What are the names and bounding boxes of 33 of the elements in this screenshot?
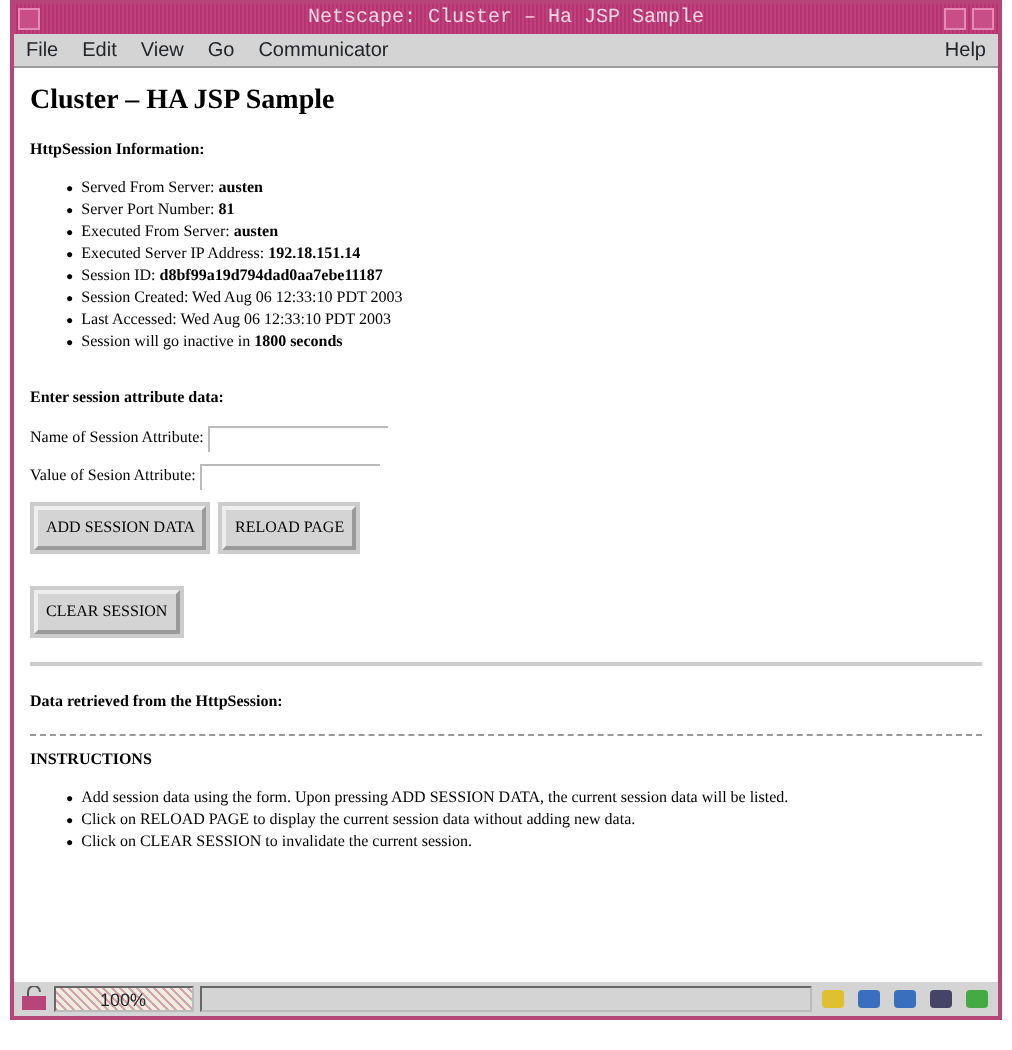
page-heading: Cluster – HA JSP Sample — [30, 86, 337, 120]
form-button[interactable]: RELOAD PAGE — [222, 505, 357, 550]
maximize-icon[interactable] — [972, 8, 994, 30]
progress-text: 100% — [98, 990, 147, 1010]
info-item: Executed Server IP Address: 192.18.151.14 — [81, 243, 361, 264]
info-item: Executed From Server: austen — [81, 221, 279, 242]
menu-item[interactable]: Edit — [82, 35, 117, 65]
menu-item[interactable]: Help — [944, 35, 986, 65]
section-heading: INSTRUCTIONS — [30, 747, 154, 772]
clear-session-button[interactable]: CLEAR SESSION — [34, 589, 180, 634]
instruction-item: Add session data using the form. Upon pressing ADD SESSION DATA, the current session data will be listed. — [81, 787, 789, 808]
field-label: Name of Session Attribute: — [30, 426, 204, 451]
window-menu-icon[interactable] — [18, 8, 40, 30]
instruction-item: Click on RELOAD PAGE to display the current session data without adding new data. — [81, 809, 636, 830]
field-label: Value of Sesion Attribute: — [30, 464, 196, 489]
info-item: Served From Server: austen — [81, 177, 264, 198]
menu-item[interactable]: Communicator — [258, 35, 389, 65]
info-item: Session ID: d8bf99a19d794dad0aa7ebe11187 — [81, 265, 383, 286]
section-heading: Enter session attribute data: — [30, 385, 226, 410]
menu-item[interactable]: View — [140, 35, 184, 65]
info-item: Session Created: Wed Aug 06 12:33:10 PDT 2003 — [81, 287, 403, 308]
minimize-icon[interactable] — [944, 8, 966, 30]
section-heading: HttpSession Information: — [30, 137, 207, 162]
info-item: Session will go inactive in 1800 seconds — [81, 331, 343, 352]
menu-item[interactable]: Go — [207, 35, 235, 65]
security-lock-icon[interactable] — [20, 986, 48, 1012]
window-title: Netscape: Cluster – Ha JSP Sample — [307, 8, 705, 30]
menu-item[interactable]: File — [26, 35, 59, 65]
info-item: Last Accessed: Wed Aug 06 12:33:10 PDT 2003 — [81, 309, 391, 330]
instruction-item: Click on CLEAR SESSION to invalidate the current session. — [81, 831, 472, 852]
section-heading: Data retrieved from the HttpSession: — [30, 689, 285, 714]
info-item: Server Port Number: 81 — [81, 199, 235, 220]
form-button[interactable]: ADD SESSION DATA — [34, 505, 207, 550]
